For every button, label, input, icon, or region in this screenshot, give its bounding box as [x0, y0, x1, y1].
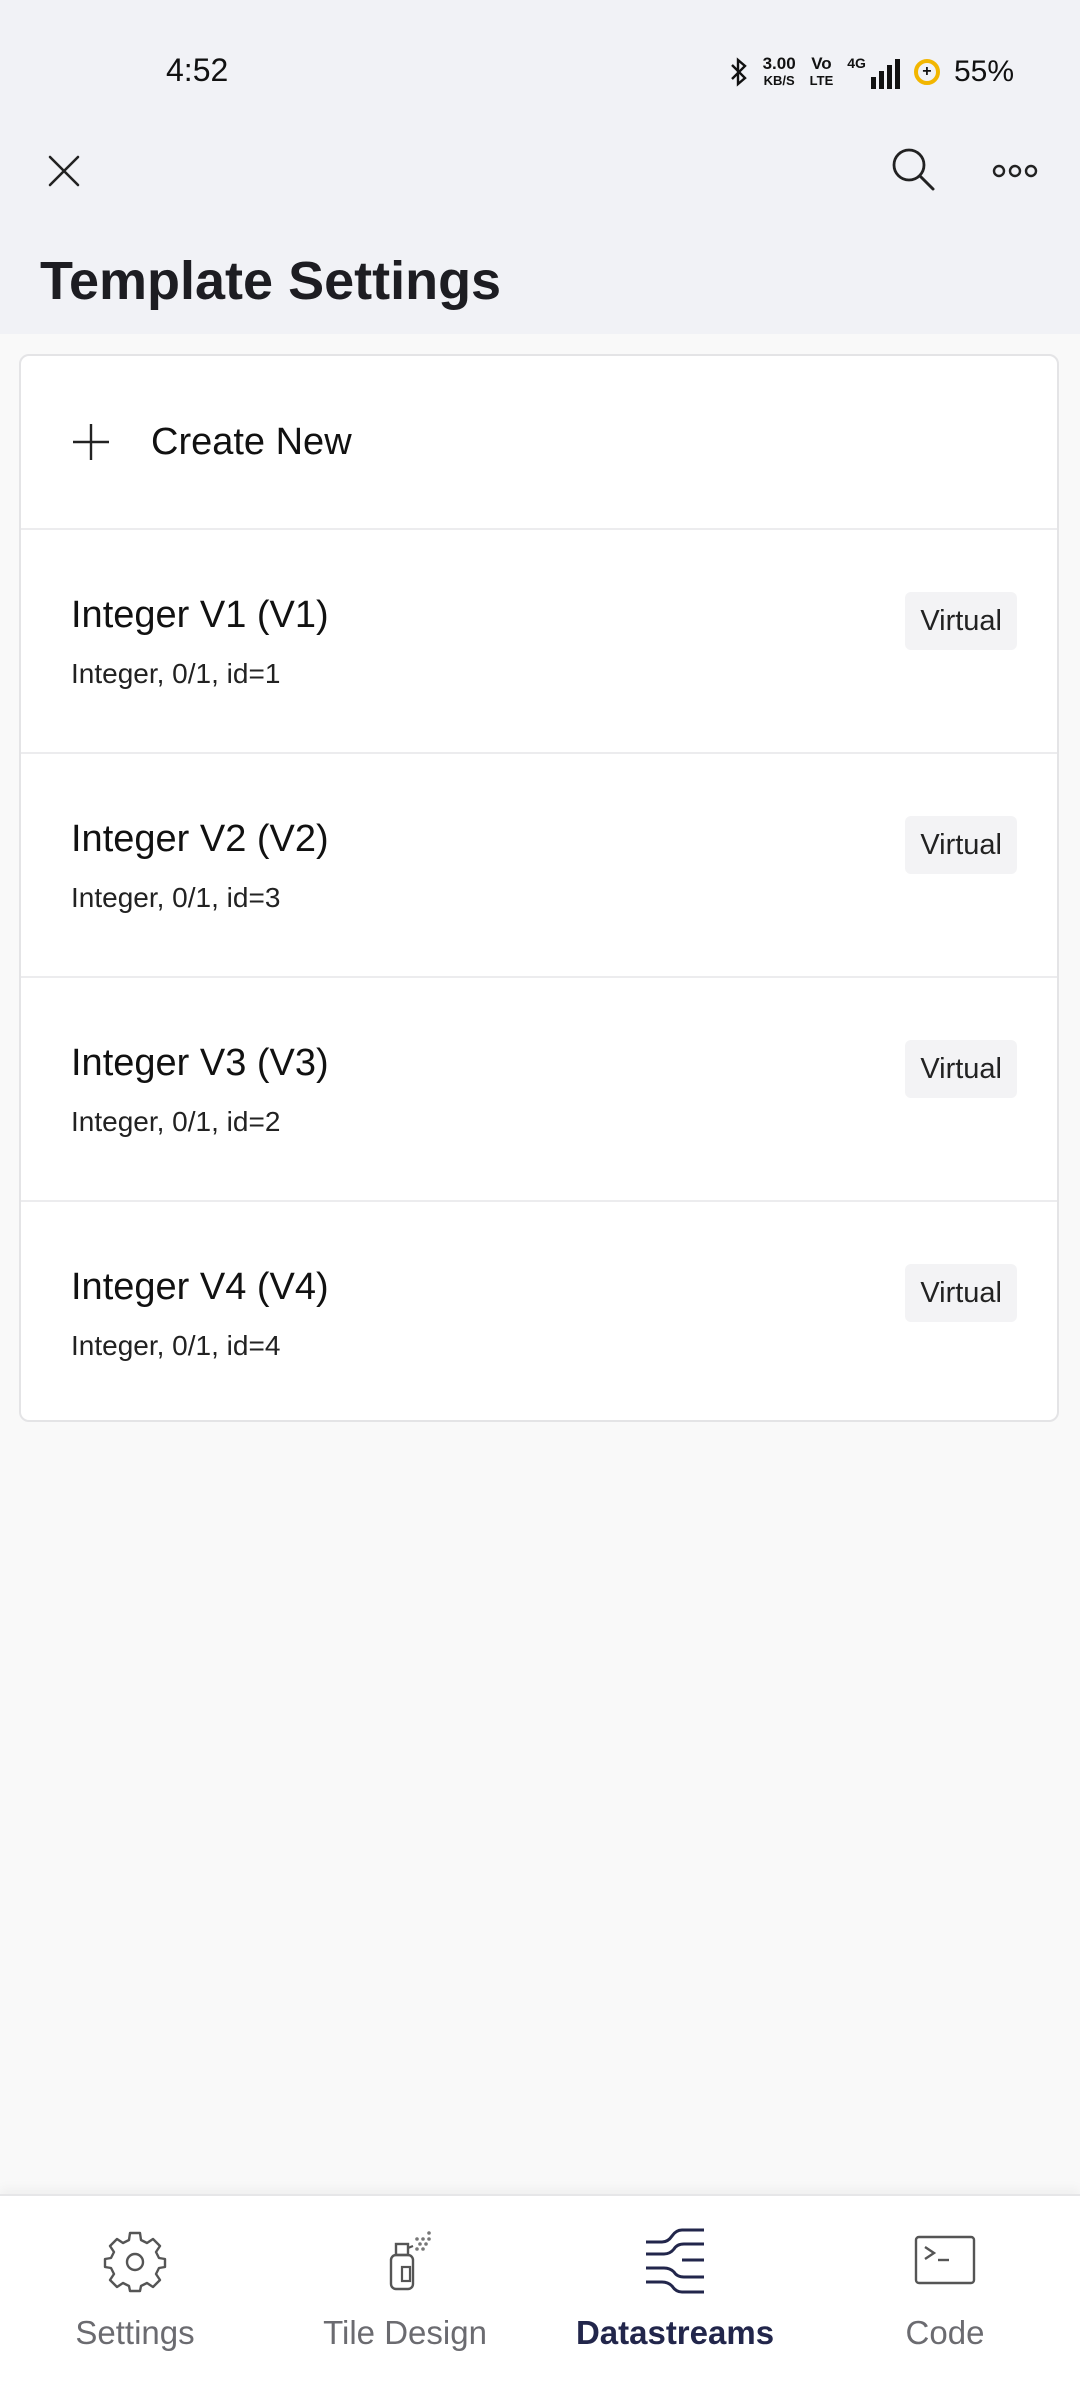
top-app-bar: 4:52 3.00 KB/S Vo LTE 4G + 55% Template … — [0, 0, 1080, 334]
nav-tab-datastreams[interactable]: Datastreams — [540, 2196, 810, 2402]
signal-icon: 4G — [847, 55, 900, 89]
volte-icon: Vo LTE — [810, 55, 834, 89]
search-button[interactable] — [878, 134, 948, 204]
status-time: 4:52 — [166, 52, 229, 88]
datastream-type-badge: Virtual — [905, 592, 1017, 650]
volte-bottom: LTE — [809, 73, 834, 88]
datastream-row-v3[interactable]: Integer V3 (V3) Integer, 0/1, id=2 Virtu… — [21, 978, 1057, 1202]
datastream-type-badge: Virtual — [905, 1264, 1017, 1322]
datastream-type-badge: Virtual — [905, 1040, 1017, 1098]
battery-percent: 55% — [953, 55, 1014, 88]
network-speed-unit: KB/S — [763, 73, 795, 88]
more-options-button[interactable] — [980, 136, 1050, 206]
gear-icon — [100, 2226, 170, 2296]
nav-label: Datastreams — [575, 2314, 775, 2351]
nav-tab-settings[interactable]: Settings — [0, 2196, 270, 2402]
terminal-icon — [910, 2226, 980, 2296]
status-icons: 3.00 KB/S Vo LTE 4G + 55% — [729, 50, 1014, 94]
nav-label: Code — [905, 2314, 985, 2351]
battery-saver-glyph: + — [922, 63, 932, 80]
page-title: Template Settings — [40, 251, 502, 311]
datastream-row-v4[interactable]: Integer V4 (V4) Integer, 0/1, id=4 Virtu… — [21, 1202, 1057, 1420]
datastream-name: Integer V2 (V2) — [71, 818, 329, 860]
nav-tab-code[interactable]: Code — [810, 2196, 1080, 2402]
plus-icon — [73, 424, 109, 460]
datastream-description: Integer, 0/1, id=1 — [71, 658, 281, 689]
network-speed: 3.00 KB/S — [763, 55, 796, 89]
battery-saver-icon: + — [913, 59, 940, 85]
datastream-name: Integer V4 (V4) — [71, 1266, 329, 1308]
create-new-label: Create New — [151, 420, 352, 463]
nav-tab-tile-design[interactable]: Tile Design — [270, 2196, 540, 2402]
volte-top: Vo — [811, 54, 832, 73]
create-new-button[interactable]: Create New — [21, 356, 1057, 530]
network-speed-value: 3.00 — [762, 54, 796, 73]
datastream-name: Integer V1 (V1) — [71, 594, 329, 636]
spray-can-icon — [370, 2226, 440, 2296]
datastream-type-badge: Virtual — [905, 816, 1017, 874]
more-horizontal-icon — [992, 164, 1038, 178]
datastream-row-v2[interactable]: Integer V2 (V2) Integer, 0/1, id=3 Virtu… — [21, 754, 1057, 978]
search-icon — [892, 148, 935, 191]
datastreams-icon — [640, 2226, 710, 2296]
datastream-row-v1[interactable]: Integer V1 (V1) Integer, 0/1, id=1 Virtu… — [21, 530, 1057, 754]
nav-label: Tile Design — [323, 2314, 487, 2351]
close-icon — [48, 155, 80, 187]
datastream-name: Integer V3 (V3) — [71, 1042, 329, 1084]
network-type: 4G — [847, 55, 866, 71]
datastreams-list: Create New Integer V1 (V1) Integer, 0/1,… — [19, 354, 1059, 1422]
nav-label: Settings — [75, 2314, 195, 2351]
bluetooth-icon — [730, 57, 747, 87]
datastream-description: Integer, 0/1, id=2 — [71, 1106, 281, 1137]
close-button[interactable] — [29, 136, 99, 206]
datastream-description: Integer, 0/1, id=4 — [71, 1330, 281, 1361]
bottom-navigation: Settings Tile Design Datastreams Code — [0, 2194, 1080, 2402]
datastream-description: Integer, 0/1, id=3 — [71, 882, 281, 913]
